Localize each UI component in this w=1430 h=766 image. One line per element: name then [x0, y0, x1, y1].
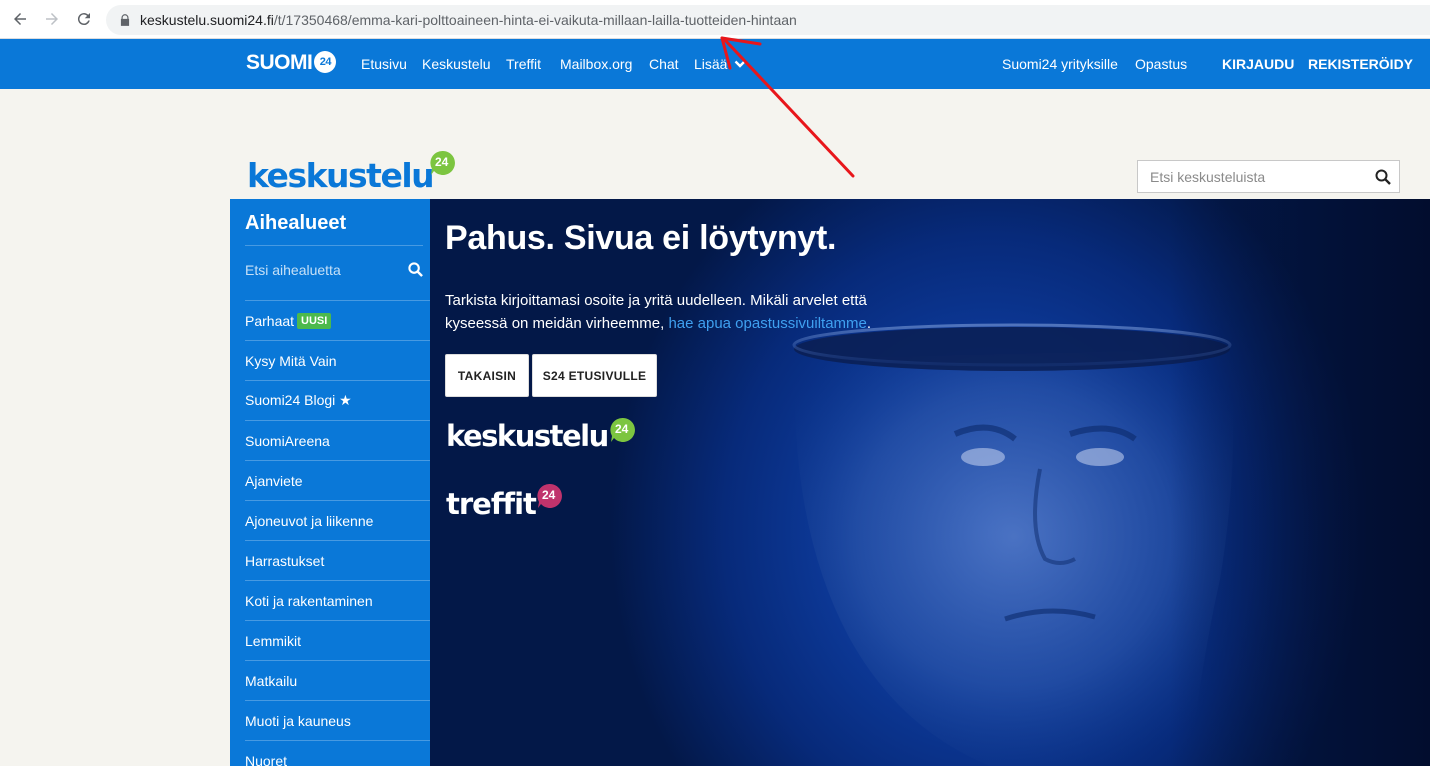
- sidebar-item-label: Kysy Mitä Vain: [245, 352, 337, 369]
- url-path: /t/17350468/emma-kari-polttoaineen-hinta…: [273, 12, 797, 28]
- page-title: Pahus. Sivua ei löytynyt.: [445, 219, 837, 257]
- back-icon[interactable]: [9, 8, 31, 30]
- nav-link-opastus[interactable]: Opastus: [1135, 56, 1187, 72]
- sidebar-item-label: Lemmikit: [245, 632, 302, 649]
- keskustelu-logo-text: keskustelu: [247, 156, 435, 195]
- site-top-nav: SUOMI 24 Etusivu Keskustelu Treffit Mail…: [0, 39, 1430, 89]
- suomi24-logo-badge: 24: [314, 51, 337, 73]
- hero-shadow: [1170, 199, 1430, 766]
- nav-link-chat[interactable]: Chat: [649, 56, 679, 72]
- forward-icon[interactable]: [41, 8, 63, 30]
- sidebar-item-label: Harrastukset: [245, 552, 325, 569]
- sidebar-item-suomi24-blogi[interactable]: Suomi24 Blogi ★: [245, 380, 430, 420]
- sidebar-item-ajoneuvot[interactable]: Ajoneuvot ja liikenne: [245, 500, 430, 540]
- topic-sidebar: Aihealueet ParhaatUUSI Kysy Mitä Vain Su…: [230, 199, 430, 766]
- hero-treffit-logo[interactable]: treffit: [446, 487, 537, 521]
- suomi24-logo[interactable]: SUOMI 24: [246, 51, 337, 75]
- sidebar-title: Aihealueet: [245, 212, 347, 234]
- sidebar-search: [245, 245, 423, 293]
- help-link[interactable]: hae apua opastussivuiltamme: [668, 315, 866, 332]
- nav-link-etusivu[interactable]: Etusivu: [361, 56, 407, 72]
- reload-icon[interactable]: [73, 8, 95, 30]
- sidebar-item-label: Ajanviete: [245, 472, 303, 489]
- search-icon[interactable]: [1375, 169, 1391, 185]
- suomi24-logo-text: SUOMI: [246, 51, 313, 74]
- new-badge: UUSI: [297, 312, 332, 329]
- s24-home-button[interactable]: S24 ETUSIVULLE: [532, 354, 657, 397]
- not-found-message-end: .: [866, 315, 872, 332]
- sidebar-item-label: Parhaat: [245, 312, 295, 329]
- url-host: keskustelu.suomi24.fi: [140, 12, 274, 28]
- not-found-hero: Pahus. Sivua ei löytynyt. Tarkista kirjo…: [430, 199, 1430, 766]
- sidebar-item-matkailu[interactable]: Matkailu: [245, 660, 430, 700]
- register-link[interactable]: REKISTERÖIDY: [1308, 56, 1413, 72]
- sidebar-item-label: SuomiAreena: [245, 432, 330, 449]
- nav-link-lisaa[interactable]: Lisää: [694, 56, 746, 72]
- sidebar-item-harrastukset[interactable]: Harrastukset: [245, 540, 430, 580]
- sidebar-item-label: Ajoneuvot ja liikenne: [245, 512, 374, 529]
- not-found-message: Tarkista kirjoittamasi osoite ja yritä u…: [445, 289, 925, 335]
- sidebar-search-input[interactable]: [245, 261, 395, 278]
- hero-treffit-badge-number: 24: [542, 488, 556, 502]
- nav-link-yrityksille[interactable]: Suomi24 yrityksille: [1002, 56, 1118, 72]
- sidebar-item-label: Nuoret: [245, 752, 288, 766]
- lock-icon: [120, 14, 130, 26]
- sidebar-item-muoti[interactable]: Muoti ja kauneus: [245, 700, 430, 740]
- keskustelu-search-input[interactable]: [1150, 168, 1370, 185]
- address-bar[interactable]: keskustelu.suomi24.fi/t/17350468/emma-ka…: [106, 5, 1430, 35]
- keskustelu-badge-number: 24: [435, 155, 449, 169]
- nav-link-mailbox[interactable]: Mailbox.org: [560, 56, 632, 72]
- sidebar-item-suomiareena[interactable]: SuomiAreena: [245, 420, 430, 460]
- search-icon[interactable]: [408, 262, 423, 277]
- hero-keskustelu-logo[interactable]: keskustelu: [446, 419, 609, 453]
- back-button[interactable]: TAKAISIN: [445, 354, 529, 397]
- keskustelu-search: [1137, 160, 1400, 193]
- login-link[interactable]: KIRJAUDU: [1222, 56, 1294, 72]
- sidebar-item-koti[interactable]: Koti ja rakentaminen: [245, 580, 430, 620]
- sidebar-item-nuoret[interactable]: Nuoret: [245, 740, 430, 766]
- sidebar-item-label: Suomi24 Blogi ★: [245, 392, 352, 408]
- chevron-down-icon: [735, 60, 746, 68]
- sidebar-item-label: Matkailu: [245, 672, 298, 689]
- sidebar-item-ajanviete[interactable]: Ajanviete: [245, 460, 430, 500]
- url-text: keskustelu.suomi24.fi/t/17350468/emma-ka…: [140, 12, 797, 28]
- sidebar-item-lemmikit[interactable]: Lemmikit: [245, 620, 430, 660]
- sidebar-item-kysy-mita-vain[interactable]: Kysy Mitä Vain: [245, 340, 430, 380]
- sidebar-item-parhaat[interactable]: Parhaat UUSI: [245, 300, 430, 340]
- hero-keskustelu-badge-number: 24: [615, 422, 629, 436]
- browser-toolbar: keskustelu.suomi24.fi/t/17350468/emma-ka…: [0, 0, 1430, 39]
- nav-link-keskustelu[interactable]: Keskustelu: [422, 56, 490, 72]
- nav-link-lisaa-label: Lisää: [694, 56, 728, 72]
- sidebar-item-label: Koti ja rakentaminen: [245, 592, 373, 609]
- sidebar-topic-list: Parhaat UUSI Kysy Mitä Vain Suomi24 Blogi…: [245, 300, 430, 766]
- sidebar-item-label: Muoti ja kauneus: [245, 712, 351, 729]
- nav-link-treffit[interactable]: Treffit: [506, 56, 541, 72]
